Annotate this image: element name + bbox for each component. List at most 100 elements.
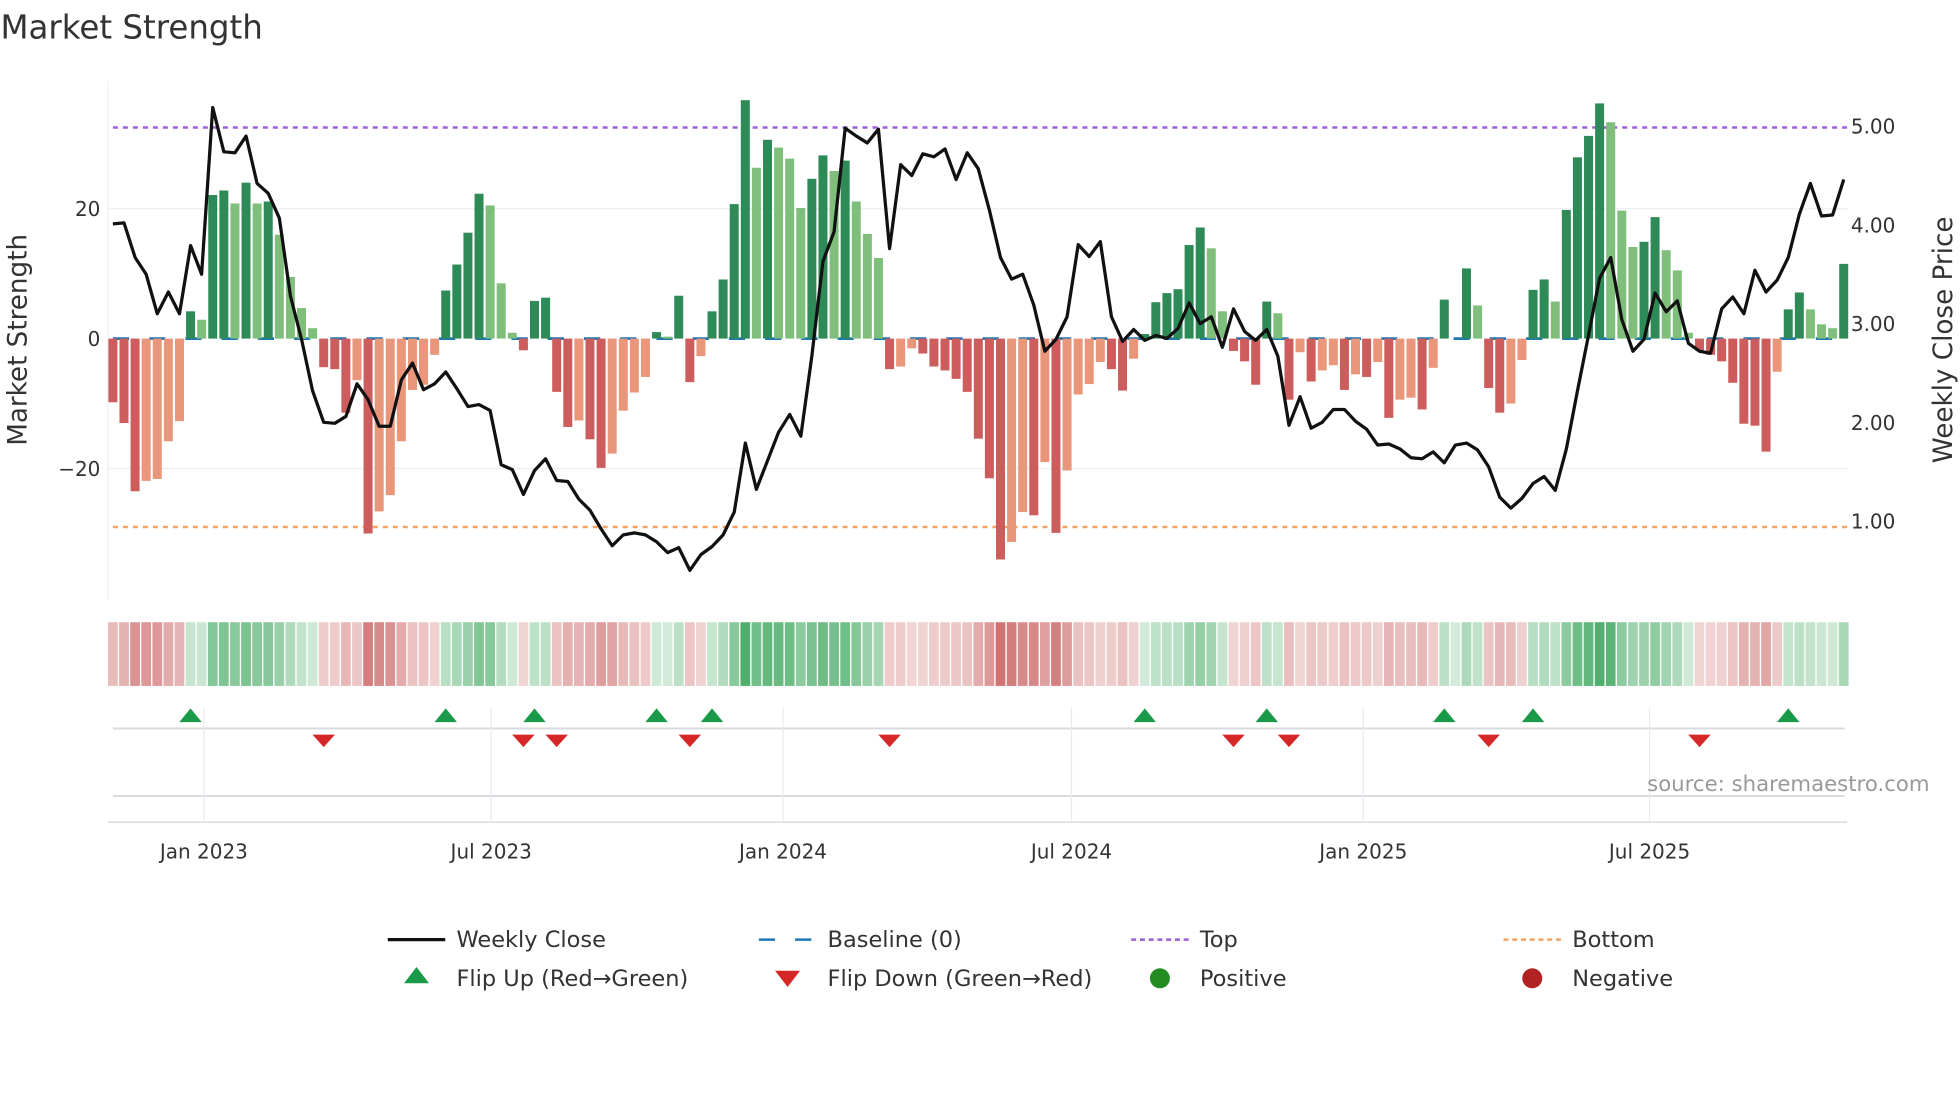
flip-down-marker bbox=[1277, 734, 1301, 748]
strength-bar bbox=[119, 338, 129, 424]
left-axis-ticks: 20 0 −20 bbox=[58, 197, 100, 481]
legend-label: Bottom bbox=[1572, 927, 1654, 953]
y2-tick-label: 2.00 bbox=[1851, 411, 1896, 435]
strength-bar bbox=[252, 203, 262, 339]
heat-cell bbox=[1328, 622, 1339, 686]
strength-bar bbox=[1772, 338, 1782, 372]
heat-cell bbox=[596, 622, 606, 686]
legend-item-negative: Negative bbox=[1522, 966, 1673, 992]
heat-cell bbox=[1483, 622, 1494, 686]
strength-bar bbox=[308, 328, 318, 339]
heat-cell bbox=[1472, 622, 1483, 686]
heat-cell bbox=[1339, 622, 1350, 686]
strength-bar bbox=[596, 338, 606, 468]
heat-cell bbox=[551, 622, 562, 686]
strength-bar bbox=[862, 233, 872, 339]
heat-cell bbox=[906, 622, 917, 686]
heat-cell bbox=[1106, 622, 1117, 686]
heat-cell bbox=[1095, 622, 1106, 686]
heat-cell bbox=[1772, 622, 1783, 686]
strength-bar bbox=[1728, 338, 1738, 383]
triangle-down-icon bbox=[775, 970, 801, 988]
strength-bar bbox=[707, 311, 717, 339]
strength-bar bbox=[219, 190, 229, 339]
heat-cell bbox=[1439, 622, 1450, 686]
strength-bar bbox=[1428, 338, 1438, 368]
strength-bar bbox=[1506, 338, 1516, 404]
heat-cell bbox=[862, 622, 873, 686]
strength-bar bbox=[1273, 313, 1283, 339]
flip-up-marker bbox=[1521, 708, 1545, 723]
heat-cell bbox=[1239, 622, 1250, 686]
strength-bar bbox=[1251, 338, 1261, 385]
heat-cell bbox=[1494, 622, 1505, 686]
strength-bar bbox=[629, 338, 639, 393]
heat-cell bbox=[962, 622, 973, 686]
strength-bar bbox=[774, 147, 784, 339]
heat-cell bbox=[1162, 622, 1172, 686]
heat-cell bbox=[1039, 622, 1050, 686]
right-axis-title: Weekly Close Price bbox=[1929, 217, 1959, 464]
heat-cell bbox=[651, 622, 662, 686]
strength-bar bbox=[585, 338, 595, 440]
strength-bar bbox=[541, 297, 551, 339]
strength-bar bbox=[1572, 157, 1582, 339]
strength-bar bbox=[762, 139, 772, 339]
strength-bar bbox=[1473, 305, 1483, 339]
strength-bar bbox=[973, 338, 983, 439]
flip-up-marker bbox=[1255, 708, 1279, 723]
strength-bar bbox=[1628, 246, 1638, 339]
circle-icon bbox=[1522, 968, 1543, 989]
heat-cell bbox=[1583, 622, 1594, 686]
heat-cell bbox=[1594, 622, 1605, 686]
strength-bar bbox=[1517, 338, 1527, 361]
strength-bar bbox=[929, 338, 939, 367]
x-tick-label: Jan 2025 bbox=[1317, 839, 1407, 863]
heat-cell bbox=[696, 622, 706, 686]
strength-bar bbox=[1051, 338, 1061, 533]
heat-cell bbox=[429, 622, 440, 686]
heat-cell bbox=[374, 622, 385, 686]
strength-bar bbox=[230, 203, 240, 339]
strength-bar bbox=[1739, 338, 1749, 424]
heat-cell bbox=[995, 622, 1006, 686]
legend-item-baseline: Baseline (0) bbox=[758, 927, 962, 953]
heat-cell bbox=[463, 622, 473, 686]
heat-cell bbox=[1073, 622, 1084, 686]
strength-bar bbox=[885, 338, 895, 370]
strength-bar bbox=[1805, 309, 1815, 339]
heat-cell bbox=[1295, 622, 1305, 686]
heat-cell bbox=[1206, 622, 1217, 686]
heat-cell bbox=[1028, 622, 1039, 686]
heat-cell bbox=[1128, 622, 1139, 686]
heat-cell bbox=[851, 622, 862, 686]
legend-label: Flip Up (Red→Green) bbox=[456, 966, 688, 992]
heat-cell bbox=[1272, 622, 1283, 686]
strength-bar bbox=[352, 338, 362, 381]
flip-down-marker bbox=[1222, 734, 1245, 748]
strength-bar bbox=[1839, 263, 1849, 339]
heat-cell bbox=[174, 622, 185, 686]
heat-cell bbox=[385, 622, 396, 686]
heat-cell bbox=[574, 622, 584, 686]
right-axis-ticks: 5.00 4.00 3.00 2.00 1.00 bbox=[1851, 115, 1896, 534]
heat-cell bbox=[1051, 622, 1061, 686]
heat-cell bbox=[585, 622, 595, 686]
heat-cell bbox=[773, 622, 784, 686]
strength-bar bbox=[1650, 217, 1660, 339]
heat-cell bbox=[1628, 622, 1638, 686]
y2-tick-label: 3.00 bbox=[1851, 312, 1896, 336]
heat-cell bbox=[1550, 622, 1561, 686]
heat-cell bbox=[474, 622, 484, 686]
strength-bar bbox=[241, 182, 251, 339]
strength-bar bbox=[663, 336, 673, 339]
strength-bar bbox=[1495, 338, 1505, 413]
heat-cell bbox=[751, 622, 762, 686]
strength-bar bbox=[1328, 338, 1338, 366]
strength-bar bbox=[518, 338, 528, 351]
strength-bar bbox=[1073, 338, 1083, 395]
strength-bar bbox=[208, 195, 218, 339]
heat-cell bbox=[1317, 622, 1328, 686]
strength-bar bbox=[1606, 122, 1616, 339]
strength-bar bbox=[1528, 289, 1538, 339]
